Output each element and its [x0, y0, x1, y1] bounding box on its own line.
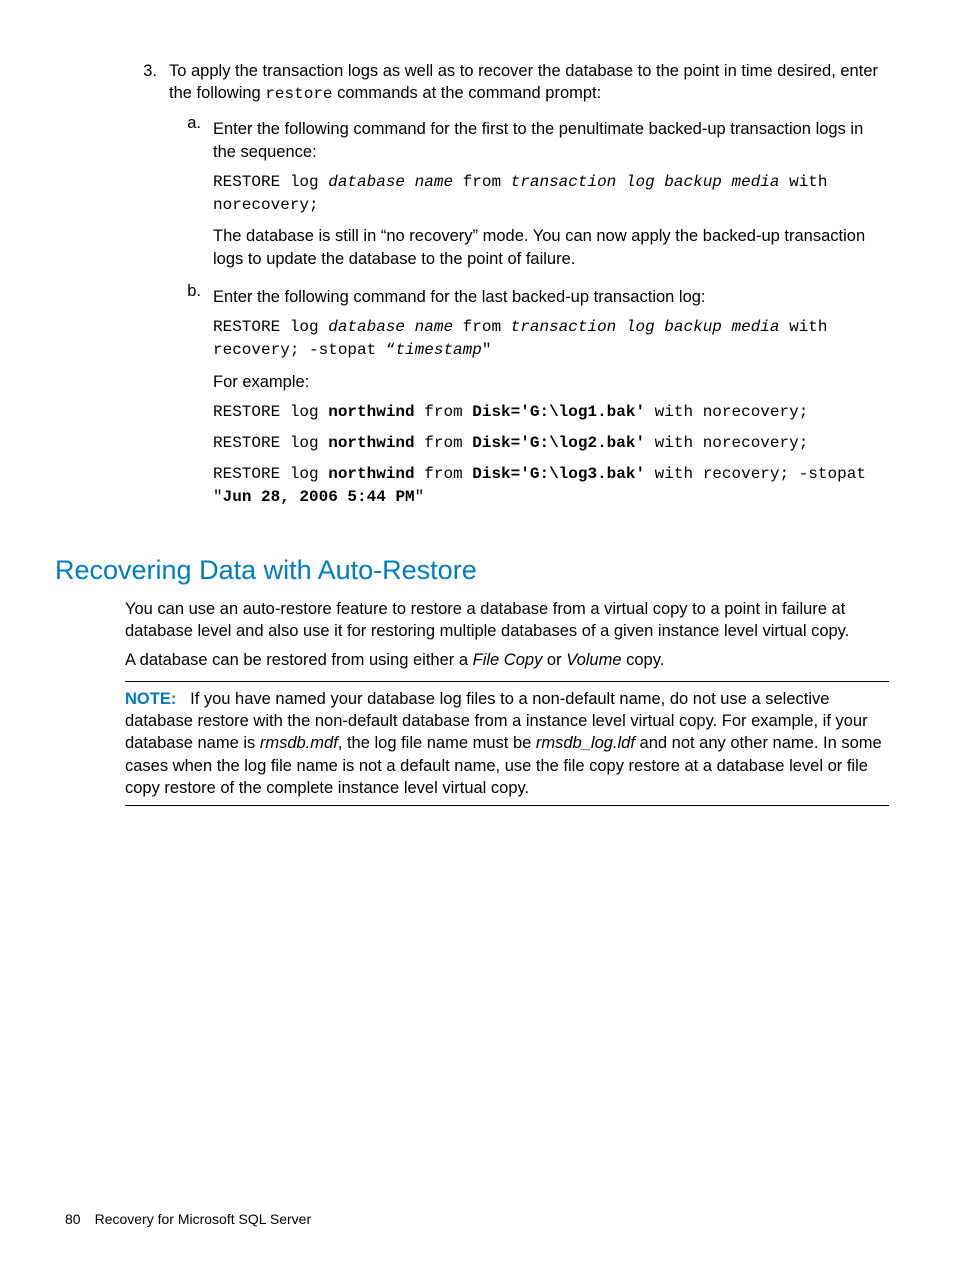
sub-marker-a: a.: [169, 112, 213, 275]
note-text-c: , the log file name must be: [338, 734, 536, 752]
for-example-label: For example:: [213, 371, 889, 393]
sub-a-text: Enter the following command for the firs…: [213, 118, 889, 163]
code-block-b: RESTORE log database name from transacti…: [213, 316, 889, 362]
code-seg-italic: database name: [328, 173, 453, 191]
code-seg: RESTORE log: [213, 173, 328, 191]
note-text-italic: rmsdb_log.ldf: [536, 734, 635, 752]
code-seg-bold: Disk='G:\log1.bak': [472, 403, 645, 421]
code-seg-bold: Disk='G:\log3.bak': [472, 465, 645, 483]
code-seg: from: [415, 434, 473, 452]
code-block-a: RESTORE log database name from transacti…: [213, 171, 889, 217]
code-seg-italic: transaction log backup media: [511, 318, 780, 336]
note-label: NOTE:: [125, 690, 176, 708]
code-seg: from: [453, 318, 511, 336]
text-seg: A database can be restored from using ei…: [125, 651, 473, 669]
sub-item-a: a. Enter the following command for the f…: [169, 112, 889, 275]
code-seg-italic: timestamp: [395, 341, 481, 359]
text-seg-italic: File Copy: [473, 651, 543, 669]
code-seg-italic: database name: [328, 318, 453, 336]
text-seg: copy.: [622, 651, 665, 669]
code-seg-bold: northwind: [328, 434, 414, 452]
code-seg: with norecovery;: [645, 403, 808, 421]
section-body: You can use an auto-restore feature to r…: [125, 598, 889, 806]
section-p1: You can use an auto-restore feature to r…: [125, 598, 889, 643]
sub-item-b: b. Enter the following command for the l…: [169, 280, 889, 518]
code-seg: from: [415, 465, 473, 483]
code-seg-bold: Jun 28, 2006 5:44 PM: [223, 488, 415, 506]
code-seg: RESTORE log: [213, 403, 328, 421]
page-number: 80: [65, 1210, 81, 1229]
section-heading: Recovering Data with Auto-Restore: [55, 552, 889, 588]
list-marker: 3.: [125, 60, 169, 522]
note-box: NOTE: If you have named your database lo…: [125, 681, 889, 806]
ordered-list: 3. To apply the transaction logs as well…: [125, 60, 889, 522]
code-seg: with norecovery;: [645, 434, 808, 452]
code-seg: from: [415, 403, 473, 421]
footer-title: Recovery for Microsoft SQL Server: [95, 1210, 312, 1229]
code-seg: ": [415, 488, 425, 506]
inline-code-restore: restore: [265, 85, 332, 103]
code-seg: from: [453, 173, 511, 191]
code-seg: RESTORE log: [213, 434, 328, 452]
text-seg: or: [542, 651, 566, 669]
code-seg-bold: northwind: [328, 403, 414, 421]
sub-list: a. Enter the following command for the f…: [169, 112, 889, 517]
code-seg-italic: transaction log backup media: [511, 173, 780, 191]
step3-intro-b: commands at the command prompt:: [333, 84, 602, 102]
example-code-3: RESTORE log northwind from Disk='G:\log3…: [213, 463, 889, 509]
page-footer: 80 Recovery for Microsoft SQL Server: [65, 1210, 311, 1229]
sub-a-after: The database is still in “no recovery” m…: [213, 225, 889, 270]
sub-marker-b: b.: [169, 280, 213, 518]
code-seg: ": [482, 341, 492, 359]
code-seg-bold: Disk='G:\log2.bak': [472, 434, 645, 452]
example-code-1: RESTORE log northwind from Disk='G:\log1…: [213, 401, 889, 424]
sub-b-text: Enter the following command for the last…: [213, 286, 889, 308]
section-p2: A database can be restored from using ei…: [125, 649, 889, 671]
code-seg: RESTORE log: [213, 318, 328, 336]
text-seg-italic: Volume: [566, 651, 621, 669]
example-code-2: RESTORE log northwind from Disk='G:\log2…: [213, 432, 889, 455]
code-seg: RESTORE log: [213, 465, 328, 483]
code-seg-bold: northwind: [328, 465, 414, 483]
note-text-italic: rmsdb.mdf: [260, 734, 338, 752]
list-item-3: 3. To apply the transaction logs as well…: [125, 60, 889, 522]
